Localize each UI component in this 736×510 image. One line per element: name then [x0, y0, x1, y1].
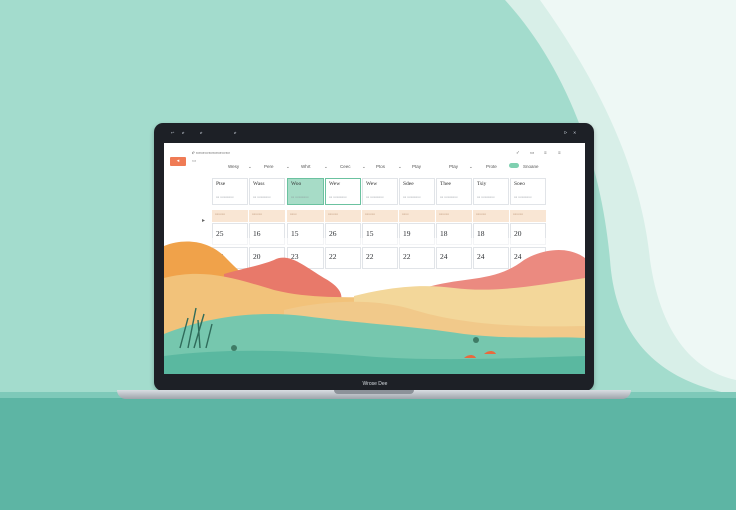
event-label: ▭▭▭ [328, 212, 338, 216]
filter-whrt[interactable]: Whrt [301, 164, 311, 169]
filter-ptay[interactable]: Ptay [412, 164, 421, 169]
filter-pere[interactable]: Pere [264, 164, 274, 169]
bezel-item: ℯ [182, 130, 185, 135]
event-strip[interactable]: ▭▭▭ [212, 210, 248, 222]
browser-bar: ↩ ℯ ℯ ℯ ᐅ ✕ [164, 128, 585, 142]
event-strip[interactable]: ▭▭▭ [436, 210, 472, 222]
date-number: 18 [477, 229, 485, 238]
day-name: Sdee [403, 181, 414, 187]
chevron-down-icon[interactable]: ⌄ [286, 164, 290, 170]
day-sub: ▭ ▭▭▭▭ [291, 195, 309, 199]
day-name: Ptse [216, 181, 226, 187]
day-sub: ▭ ▭▭▭▭ [403, 195, 421, 199]
day-name: Tsiy [477, 181, 487, 187]
event-label: ▭▭▭ [439, 212, 449, 216]
event-strip[interactable]: ▭▭▭ [325, 210, 361, 222]
toggle-label: Snoane [523, 164, 539, 169]
laptop-brand: Wrose Dee [362, 381, 388, 387]
event-strip[interactable]: ▭▭▭ [473, 210, 509, 222]
day-sub: ▭ ▭▭▭▭ [216, 195, 234, 199]
event-label: ▭▭▭ [215, 212, 225, 216]
next-icon[interactable]: ᐅ [564, 130, 567, 135]
menu-icon[interactable]: ≡ [558, 150, 561, 155]
calendar-app-screen: ◂ ℯ ▭▭▭▭▭▭▭▭ ▭ Wesy ⌄ Pere ⌄ Whrt ⌄ Ceec… [164, 143, 585, 374]
day-header-cell[interactable]: Sdee ▭ ▭▭▭▭ [399, 178, 435, 205]
day-header-cell[interactable]: Wew ▭ ▭▭▭▭ [362, 178, 398, 205]
day-name: Wew [329, 181, 341, 187]
day-sub: ▭ ▭▭▭▭ [477, 195, 495, 199]
event-strip[interactable]: ▭▭▭ [249, 210, 285, 222]
date-number: 15 [291, 229, 299, 238]
day-header-cell-selected[interactable]: Woo ▭ ▭▭▭▭ [287, 178, 324, 205]
bezel-item: ℯ [200, 130, 203, 135]
chevron-down-icon[interactable]: ⌄ [398, 164, 402, 170]
day-sub: ▭ ▭▭▭▭ [366, 195, 384, 199]
day-name: Wew [366, 181, 378, 187]
filter-wesy[interactable]: Wesy [228, 164, 239, 169]
menu-icon[interactable]: ≡ [544, 150, 547, 155]
event-label: ▭▭▭ [513, 212, 523, 216]
filter-prote[interactable]: Prote [486, 164, 497, 169]
day-sub: ▭ ▭▭▭▭ [253, 195, 271, 199]
date-number: 19 [403, 229, 411, 238]
day-name: Soeo [514, 181, 525, 187]
day-name: Woo [291, 181, 302, 187]
date-number: 16 [253, 229, 261, 238]
event-label: ▭▭▭ [365, 212, 375, 216]
event-label: ▭▭▭ [252, 212, 262, 216]
event-label: ▭▭ [402, 212, 409, 216]
event-strip[interactable]: ▭▭ [399, 210, 435, 222]
today-button[interactable]: ◂ [170, 157, 186, 166]
date-number: 18 [440, 229, 448, 238]
chevron-down-icon[interactable]: ⌄ [248, 164, 252, 170]
chevron-down-icon[interactable]: ⌄ [469, 164, 473, 170]
day-sub: ▭ ▭▭▭▭ [514, 195, 532, 199]
day-header-cell[interactable]: Thee ▭ ▭▭▭▭ [436, 178, 472, 205]
filter-ptay-2[interactable]: Ptay [449, 164, 458, 169]
event-strip[interactable]: ▭▭ [287, 210, 324, 222]
chevron-down-icon[interactable]: ⌄ [362, 164, 366, 170]
day-header-cell[interactable]: Wew ▭ ▭▭▭▭ [325, 178, 361, 205]
bezel-item: ℯ [234, 130, 237, 135]
day-sub: ▭ ▭▭▭▭ [440, 195, 458, 199]
day-name: Wass [253, 181, 265, 187]
filter-ptos[interactable]: Ptos [376, 164, 385, 169]
expand-icon[interactable]: ▸ [202, 217, 210, 225]
day-header-cell[interactable]: Tsiy ▭ ▭▭▭▭ [473, 178, 509, 205]
filter-ceec[interactable]: Ceec [340, 164, 351, 169]
toolbar-title: ℯ ▭▭▭▭▭▭▭▭ [192, 150, 230, 155]
day-header-cell[interactable]: Ptse ▭ ▭▭▭▭ [212, 178, 248, 205]
check-icon[interactable]: ✓ [516, 150, 520, 156]
date-number: 25 [216, 229, 224, 238]
date-number: 15 [366, 229, 374, 238]
landscape-illustration [164, 238, 585, 374]
event-strip[interactable]: ▭▭▭ [362, 210, 398, 222]
chevron-down-icon[interactable]: ⌄ [324, 164, 328, 170]
back-icon[interactable]: ↩ [171, 130, 174, 135]
day-name: Thee [440, 181, 451, 187]
date-number: 26 [329, 229, 337, 238]
close-icon[interactable]: ✕ [573, 130, 576, 135]
laptop-notch [334, 390, 414, 394]
toolbar: ◂ ℯ ▭▭▭▭▭▭▭▭ ▭ Wesy ⌄ Pere ⌄ Whrt ⌄ Ceec… [164, 143, 585, 177]
day-sub: ▭ ▭▭▭▭ [329, 195, 347, 199]
event-label: ▭▭▭ [476, 212, 486, 216]
view-toggle[interactable] [509, 163, 519, 168]
event-label: ▭▭ [290, 212, 297, 216]
day-header-cell[interactable]: Wass ▭ ▭▭▭▭ [249, 178, 285, 205]
event-strip[interactable]: ▭▭▭ [510, 210, 546, 222]
date-number: 20 [514, 229, 522, 238]
window-icon[interactable]: ▭ [530, 150, 534, 156]
day-header-cell[interactable]: Soeo ▭ ▭▭▭▭ [510, 178, 546, 205]
calendar-icon[interactable]: ▭ [192, 158, 196, 164]
